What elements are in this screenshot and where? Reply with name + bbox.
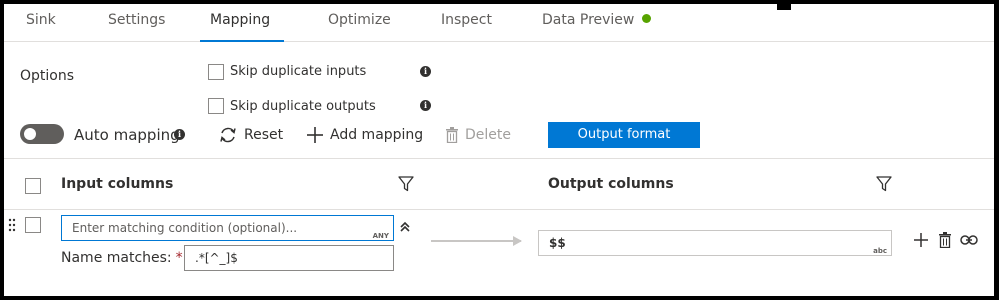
output-expression-value: $$ [549, 236, 566, 250]
type-badge: abc [873, 247, 887, 255]
tab-mapping[interactable]: Mapping [200, 12, 284, 42]
add-mapping-label: Add mapping [330, 127, 424, 143]
divider [4, 158, 994, 159]
skip-duplicate-outputs-label: Skip duplicate outputs [230, 99, 376, 114]
tab-data-preview-label: Data Preview [542, 12, 635, 28]
matching-condition-placeholder: Enter matching condition (optional)... [72, 221, 298, 235]
delete-label: Delete [465, 127, 511, 143]
info-icon[interactable]: i [420, 100, 431, 111]
tab-sink[interactable]: Sink [22, 12, 60, 42]
auto-mapping-label: Auto mapping [74, 126, 180, 144]
info-icon[interactable]: i [420, 66, 431, 77]
info-icon[interactable]: i [174, 129, 185, 140]
input-columns-header: Input columns [61, 176, 174, 192]
name-matches-input[interactable]: .*[^_]$ [184, 245, 394, 271]
name-matches-text: Name matches: [61, 250, 172, 266]
reset-icon [220, 127, 236, 143]
add-row-icon[interactable] [913, 232, 929, 248]
plus-icon [307, 127, 323, 143]
trash-icon[interactable] [938, 232, 952, 248]
tab-bar: Sink Settings Mapping Optimize Inspect D… [4, 4, 994, 42]
mapping-arrow [431, 240, 521, 242]
skip-duplicate-inputs-label: Skip duplicate inputs [230, 64, 367, 79]
link-icon[interactable] [960, 234, 978, 246]
row-checkbox[interactable] [25, 217, 41, 233]
output-expression-input[interactable]: $$ abc [538, 230, 892, 256]
auto-mapping-toggle[interactable] [20, 124, 64, 144]
reset-button[interactable]: Reset [218, 124, 283, 146]
trash-icon [446, 127, 458, 143]
tab-inspect[interactable]: Inspect [437, 12, 496, 42]
add-mapping-button[interactable]: Add mapping [306, 124, 423, 146]
reset-label: Reset [244, 127, 284, 143]
toggle-knob [24, 128, 36, 140]
skip-duplicate-inputs-checkbox[interactable] [208, 64, 224, 80]
tab-settings[interactable]: Settings [104, 12, 169, 42]
delete-button[interactable]: Delete [445, 124, 511, 146]
mapping-panel: Sink Settings Mapping Optimize Inspect D… [4, 4, 994, 296]
arrow-head-icon [513, 236, 522, 246]
tab-data-preview[interactable]: Data Preview [538, 12, 655, 42]
filter-icon[interactable] [398, 176, 414, 192]
status-dot-icon [642, 14, 652, 23]
name-matches-label: Name matches: * [61, 250, 183, 266]
matching-condition-input[interactable]: Enter matching condition (optional)... A… [61, 215, 394, 241]
filter-icon[interactable] [876, 176, 892, 192]
select-all-checkbox[interactable] [25, 178, 41, 194]
required-mark: * [175, 250, 183, 266]
collapse-chevron-icon[interactable] [399, 220, 411, 234]
options-label: Options [20, 68, 75, 84]
divider [4, 209, 994, 210]
drag-handle-icon[interactable] [8, 218, 16, 232]
output-columns-header: Output columns [548, 176, 674, 192]
tab-optimize[interactable]: Optimize [324, 12, 395, 42]
skip-duplicate-outputs-checkbox[interactable] [208, 98, 224, 114]
output-format-button[interactable]: Output format [548, 122, 700, 148]
